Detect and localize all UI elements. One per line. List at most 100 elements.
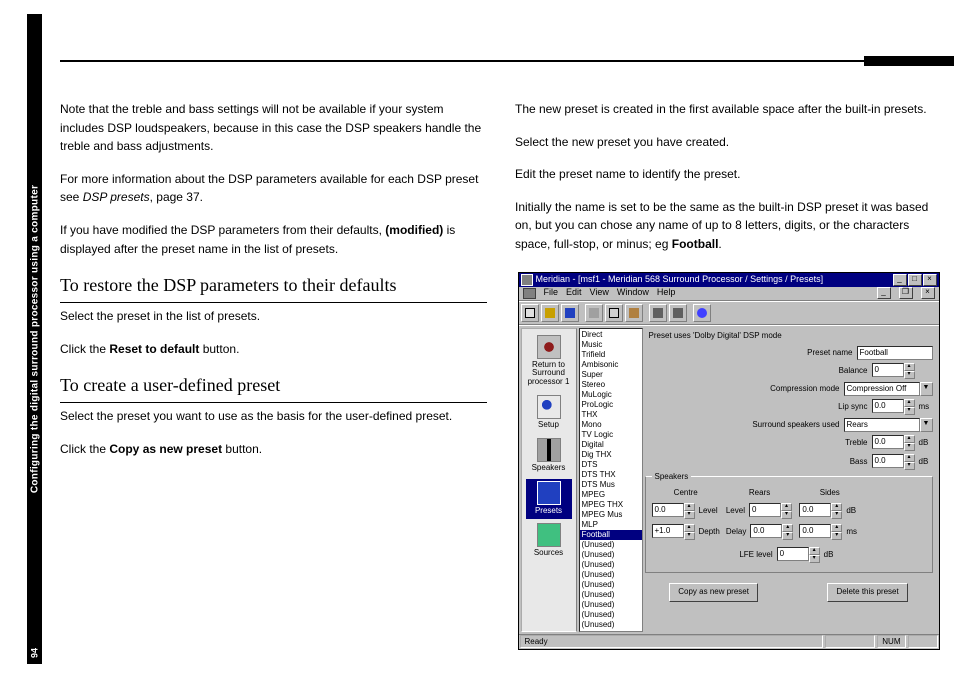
menu-file[interactable]: File xyxy=(544,286,559,300)
label-lfe: LFE level xyxy=(739,549,772,561)
body-text: If you have modified the DSP parameters … xyxy=(60,221,487,258)
column-left: Note that the treble and bass settings w… xyxy=(60,100,487,664)
body-text: Note that the treble and bass settings w… xyxy=(60,100,487,156)
preset-list-item[interactable]: Dig THX xyxy=(580,450,642,460)
bass-spinner[interactable]: 0.0 ▴▾ xyxy=(872,454,915,470)
preset-list-item[interactable]: (Unused) xyxy=(580,620,642,630)
copy-preset-button[interactable]: Copy as new preset xyxy=(669,583,758,601)
delete-preset-button[interactable]: Delete this preset xyxy=(827,583,907,601)
menu-help[interactable]: Help xyxy=(657,286,676,300)
preset-list-item[interactable]: ProLogic xyxy=(580,400,642,410)
mdi-minimize-button[interactable]: _ xyxy=(877,287,891,299)
menu-edit[interactable]: Edit xyxy=(566,286,582,300)
lfe-spinner[interactable]: 0▴▾ xyxy=(777,547,820,563)
copy-icon[interactable] xyxy=(605,304,623,322)
surround-combo[interactable]: Rears ▼ xyxy=(844,418,933,432)
treble-spinner[interactable]: 0.0 ▴▾ xyxy=(872,435,915,451)
preset-list-item[interactable]: Football xyxy=(580,530,642,540)
balance-spinner[interactable]: 0 ▴▾ xyxy=(872,363,915,379)
open-icon[interactable] xyxy=(541,304,559,322)
manual-page: Configuring the digital surround process… xyxy=(0,0,954,674)
preset-list-item[interactable]: (Unused) xyxy=(580,600,642,610)
cut-icon[interactable] xyxy=(585,304,603,322)
maximize-button[interactable]: □ xyxy=(908,274,922,286)
chevron-down-icon[interactable]: ▼ xyxy=(920,382,933,396)
compression-combo[interactable]: Compression Off ▼ xyxy=(844,382,933,396)
rears-delay-spinner[interactable]: 0.0▴▾ xyxy=(750,524,793,540)
paste-icon[interactable] xyxy=(625,304,643,322)
preset-list-item[interactable]: Trifield xyxy=(580,350,642,360)
preset-list-item[interactable]: MPEG xyxy=(580,490,642,500)
preset-list-item[interactable]: Mono xyxy=(580,420,642,430)
new-icon[interactable] xyxy=(521,304,539,322)
preset-list-item[interactable]: (Unused) xyxy=(580,610,642,620)
menu-window[interactable]: Window xyxy=(617,286,649,300)
preset-list-item[interactable]: (Unused) xyxy=(580,560,642,570)
help-icon[interactable] xyxy=(693,304,711,322)
unit-ms: ms xyxy=(919,401,933,413)
preset-list-item[interactable]: Stereo xyxy=(580,380,642,390)
preset-list-item[interactable]: Ambisonic xyxy=(580,360,642,370)
sides-level-spinner[interactable]: 0.0▴▾ xyxy=(799,503,842,519)
mode-text: Preset uses 'Dolby Digital' DSP mode xyxy=(645,330,933,342)
preset-list-item[interactable]: THX xyxy=(580,410,642,420)
preset-list-item[interactable]: Direct xyxy=(580,330,642,340)
nav-sidebar: Return to Surround processor 1 Setup Spe… xyxy=(521,328,577,632)
col-header-sides: Sides xyxy=(799,487,860,499)
sidebar-item-presets[interactable]: Presets xyxy=(526,479,572,520)
lipsync-spinner[interactable]: 0.0 ▴▾ xyxy=(872,399,915,415)
heading-create-preset: To create a user-defined preset xyxy=(60,372,487,403)
title-bar[interactable]: Meridian - [msf1 - Meridian 568 Surround… xyxy=(519,273,939,287)
menu-view[interactable]: View xyxy=(590,286,609,300)
preset-list-item[interactable]: Digital xyxy=(580,440,642,450)
sidebar-item-setup[interactable]: Setup xyxy=(526,393,572,434)
fetch-icon[interactable] xyxy=(669,304,687,322)
close-button[interactable]: × xyxy=(923,274,937,286)
preset-list-item[interactable]: DTS Mus xyxy=(580,480,642,490)
unit-db: dB xyxy=(824,549,838,561)
sidebar-item-speakers[interactable]: Speakers xyxy=(526,436,572,477)
chevron-down-icon[interactable]: ▼ xyxy=(920,418,933,432)
preset-list-item[interactable]: (Unused) xyxy=(580,590,642,600)
preset-list-item[interactable]: TV Logic xyxy=(580,430,642,440)
preset-list[interactable]: DirectMusicTrifieldAmbisonicSuperStereoM… xyxy=(579,328,643,632)
status-bar: Ready NUM xyxy=(519,634,939,649)
centre-level-spinner[interactable]: 0.0▴▾ xyxy=(652,503,695,519)
preset-list-item[interactable]: DTS THX xyxy=(580,470,642,480)
body-text: The new preset is created in the first a… xyxy=(515,100,942,119)
spin-down-icon[interactable]: ▾ xyxy=(904,371,915,379)
preset-list-item[interactable]: DTS xyxy=(580,460,642,470)
sides-delay-spinner[interactable]: 0.0▴▾ xyxy=(799,524,842,540)
preset-list-item[interactable]: (Unused) xyxy=(580,570,642,580)
column-right: The new preset is created in the first a… xyxy=(515,100,942,664)
preset-list-item[interactable]: Music xyxy=(580,340,642,350)
spin-up-icon[interactable]: ▴ xyxy=(904,363,915,371)
centre-depth-spinner[interactable]: +1.0▴▾ xyxy=(652,524,695,540)
label-depth: Depth xyxy=(699,526,720,538)
mdi-close-button[interactable]: × xyxy=(921,287,935,299)
preset-list-item[interactable]: (Unused) xyxy=(580,580,642,590)
sidebar-item-return[interactable]: Return to Surround processor 1 xyxy=(526,333,572,391)
step-text: Edit the preset name to identify the pre… xyxy=(515,165,942,184)
preset-list-item[interactable]: (Unused) xyxy=(580,540,642,550)
preset-list-item[interactable]: (Unused) xyxy=(580,550,642,560)
save-icon[interactable] xyxy=(561,304,579,322)
step-text: Select the new preset you have created. xyxy=(515,133,942,152)
preset-panel: Preset uses 'Dolby Digital' DSP mode Pre… xyxy=(643,326,939,634)
label-level: Level xyxy=(726,505,745,517)
preset-list-item[interactable]: MLP xyxy=(580,520,642,530)
preset-list-item[interactable]: Super xyxy=(580,370,642,380)
store-icon[interactable] xyxy=(649,304,667,322)
top-rule xyxy=(60,60,954,70)
mdi-restore-button[interactable]: ❐ xyxy=(899,287,913,299)
label-lipsync: Lip sync xyxy=(838,401,867,413)
preset-list-item[interactable]: MuLogic xyxy=(580,390,642,400)
minimize-button[interactable]: _ xyxy=(893,274,907,286)
rears-level-spinner[interactable]: 0▴▾ xyxy=(749,503,792,519)
label-level: Level xyxy=(699,505,718,517)
preset-list-item[interactable]: MPEG Mus xyxy=(580,510,642,520)
preset-name-input[interactable]: Football xyxy=(857,346,933,360)
sidebar-item-sources[interactable]: Sources xyxy=(526,521,572,562)
doc-icon[interactable] xyxy=(523,288,536,299)
preset-list-item[interactable]: MPEG THX xyxy=(580,500,642,510)
